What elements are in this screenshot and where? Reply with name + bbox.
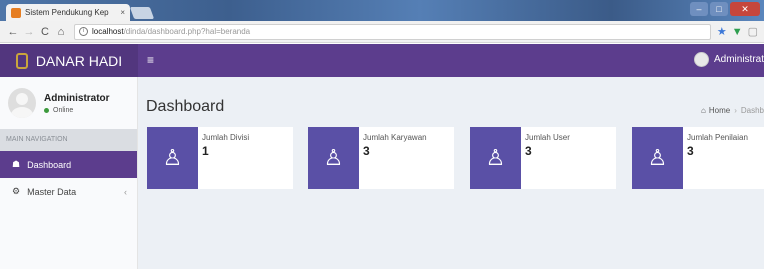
user-panel: Administrator Online [0, 77, 137, 129]
url-host: localhost [92, 27, 124, 36]
browser-tab-bar: Sistem Pendukung Kep × – □ ✕ [0, 0, 764, 21]
sidebar-item-dashboard[interactable]: ☗ Dashboard [0, 151, 137, 178]
reload-icon[interactable]: C [38, 26, 52, 38]
home-icon: ⌂ [701, 106, 706, 115]
user-status-label: Online [53, 106, 74, 114]
gear-icon: ⚙ [12, 186, 21, 196]
brand-logo[interactable]: DANAR HADI [0, 44, 138, 77]
info-box-number: 1 [202, 144, 209, 158]
close-window-button[interactable]: ✕ [730, 2, 760, 16]
new-tab-button[interactable] [129, 7, 155, 19]
browser-tab[interactable]: Sistem Pendukung Kep × [6, 4, 130, 21]
user-avatar [8, 88, 36, 118]
breadcrumb-separator: › [734, 106, 737, 115]
info-box-number: 3 [525, 144, 532, 158]
back-arrow-icon[interactable]: ← [6, 26, 20, 38]
site-info-icon[interactable]: i [79, 27, 88, 36]
online-status-icon [44, 107, 49, 113]
tab-close-icon[interactable]: × [120, 8, 125, 17]
sidebar: Administrator Online MAIN NAVIGATION ☗ D… [0, 77, 138, 269]
info-box-label: Jumlah Karyawan [363, 133, 427, 142]
url-path: /dinda/dashboard.php?hal=beranda [123, 27, 251, 36]
info-box-number: 3 [687, 144, 694, 158]
window-controls: – □ ✕ [690, 2, 760, 16]
user-icon: ♙ [147, 127, 198, 189]
user-menu[interactable]: Administrat [693, 52, 764, 67]
browser-toolbar: ← → C ⌂ i localhost /dinda/dashboard.php… [0, 21, 764, 43]
info-box-label: Jumlah Divisi [202, 133, 250, 142]
user-status: Online [44, 107, 110, 114]
main-content: Dashboard ⌂ Home › Dashb ♙ Jumlah Divisi… [138, 77, 764, 269]
chevron-left-icon: ‹ [124, 186, 127, 197]
sidebar-toggle-icon[interactable]: ≡ [147, 53, 154, 67]
extension-shield-icon[interactable]: ▼ [732, 26, 743, 38]
maximize-button[interactable]: □ [710, 2, 728, 16]
breadcrumb-current: Dashb [740, 106, 764, 115]
avatar [693, 52, 709, 67]
account-name: Administrat [713, 54, 764, 65]
nav-header: MAIN NAVIGATION [0, 129, 137, 151]
bookmark-star-icon[interactable]: ★ [717, 25, 727, 38]
tab-title: Sistem Pendukung Kep [25, 8, 109, 17]
info-box-penilaian: ♙ Jumlah Penilaian 3 [632, 127, 764, 189]
home-icon[interactable]: ⌂ [54, 26, 68, 38]
info-box-label: Jumlah User [525, 133, 570, 142]
user-icon: ♙ [470, 127, 521, 189]
sidebar-item-label: Master Data [27, 186, 77, 197]
info-box-divisi: ♙ Jumlah Divisi 1 [147, 127, 293, 189]
info-box-user: ♙ Jumlah User 3 [470, 127, 616, 189]
dashboard-icon: ☗ [12, 159, 21, 169]
sidebar-item-label: Dashboard [27, 159, 72, 170]
address-bar[interactable]: i localhost /dinda/dashboard.php?hal=ber… [74, 23, 711, 40]
breadcrumb-home[interactable]: Home [709, 106, 730, 115]
user-name: Administrator [44, 92, 110, 104]
info-box-number: 3 [363, 144, 370, 158]
extension-icon[interactable]: ▢ [748, 25, 758, 38]
favicon-icon [11, 7, 21, 18]
user-icon: ♙ [632, 127, 683, 189]
top-navbar: DANAR HADI ≡ Administrat [0, 44, 764, 77]
info-box-karyawan: ♙ Jumlah Karyawan 3 [308, 127, 454, 189]
page-title: Dashboard [146, 98, 225, 115]
minimize-button[interactable]: – [690, 2, 708, 16]
forward-arrow-icon[interactable]: → [22, 26, 36, 38]
user-icon: ♙ [308, 127, 359, 189]
sidebar-item-master-data[interactable]: ⚙ Master Data ‹ [0, 178, 137, 205]
logo-icon [15, 52, 28, 69]
brand-name: DANAR HADI [35, 52, 123, 69]
breadcrumb: ⌂ Home › Dashb [701, 106, 764, 115]
info-box-label: Jumlah Penilaian [687, 133, 748, 142]
